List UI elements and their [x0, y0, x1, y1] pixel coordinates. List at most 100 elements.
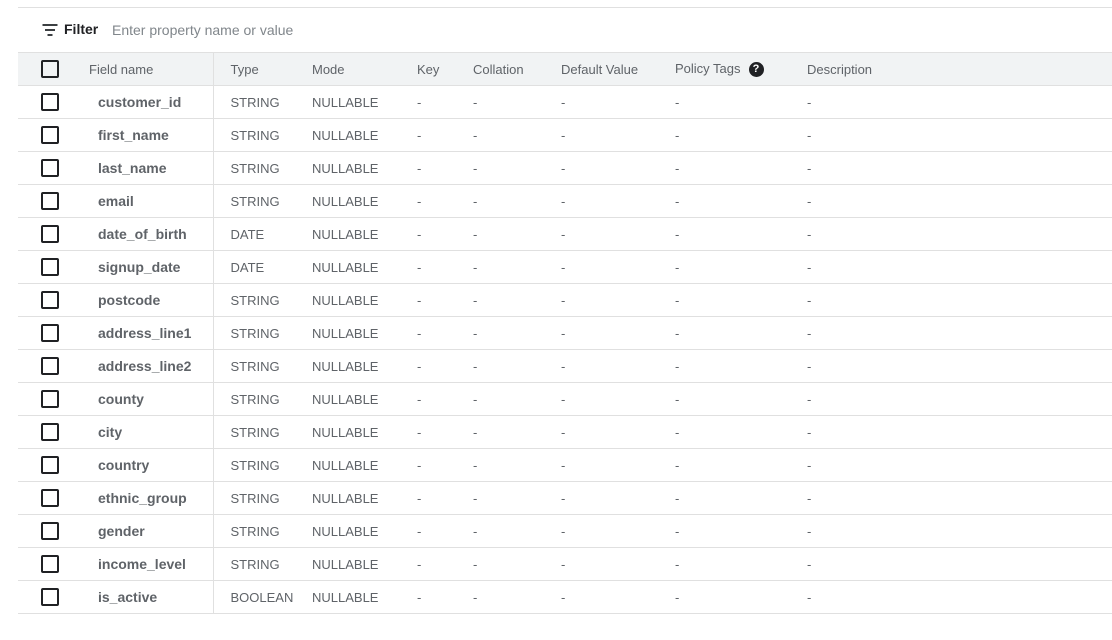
filter-icon[interactable] [42, 24, 58, 36]
row-select-cell [18, 118, 72, 152]
table-row[interactable]: ethnic_group STRING NULLABLE - - - - - [18, 481, 1112, 515]
description-cell: - [807, 151, 1112, 185]
row-checkbox[interactable] [41, 522, 59, 540]
mode-cell: NULLABLE [312, 382, 417, 416]
row-checkbox[interactable] [41, 126, 59, 144]
table-row[interactable]: address_line1 STRING NULLABLE - - - - - [18, 316, 1112, 350]
description-cell: - [807, 514, 1112, 548]
column-header-key[interactable]: Key [417, 52, 473, 86]
default-value-cell: - [561, 316, 675, 350]
mode-cell: NULLABLE [312, 250, 417, 284]
policy-tags-cell: - [675, 151, 807, 185]
row-checkbox[interactable] [41, 258, 59, 276]
policy-tags-cell: - [675, 580, 807, 614]
select-all-checkbox[interactable] [41, 60, 59, 78]
collation-cell: - [473, 184, 561, 218]
default-value-cell: - [561, 217, 675, 251]
row-checkbox[interactable] [41, 159, 59, 177]
key-cell: - [417, 283, 473, 317]
table-row[interactable]: customer_id STRING NULLABLE - - - - - [18, 85, 1112, 119]
row-checkbox[interactable] [41, 324, 59, 342]
mode-cell: NULLABLE [312, 184, 417, 218]
field-name-cell[interactable]: postcode [72, 283, 214, 317]
table-row[interactable]: income_level STRING NULLABLE - - - - - [18, 547, 1112, 581]
row-checkbox[interactable] [41, 225, 59, 243]
key-cell: - [417, 415, 473, 449]
type-cell: STRING [213, 184, 312, 218]
column-header-field-name[interactable]: Field name [72, 52, 214, 86]
collation-cell: - [473, 118, 561, 152]
type-cell: STRING [213, 547, 312, 581]
field-name-cell[interactable]: income_level [72, 547, 214, 581]
mode-cell: NULLABLE [312, 316, 417, 350]
row-checkbox[interactable] [41, 192, 59, 210]
key-cell: - [417, 448, 473, 482]
field-name-cell[interactable]: gender [72, 514, 214, 548]
type-cell: BOOLEAN [213, 580, 312, 614]
field-name-cell[interactable]: date_of_birth [72, 217, 214, 251]
row-checkbox[interactable] [41, 489, 59, 507]
row-checkbox[interactable] [41, 93, 59, 111]
row-checkbox[interactable] [41, 291, 59, 309]
column-header-type[interactable]: Type [213, 52, 312, 86]
column-header-collation[interactable]: Collation [473, 52, 561, 86]
field-name-cell[interactable]: county [72, 382, 214, 416]
table-row[interactable]: signup_date DATE NULLABLE - - - - - [18, 250, 1112, 284]
field-name-cell[interactable]: country [72, 448, 214, 482]
table-row[interactable]: email STRING NULLABLE - - - - - [18, 184, 1112, 218]
field-name-cell[interactable]: city [72, 415, 214, 449]
collation-cell: - [473, 448, 561, 482]
policy-tags-cell: - [675, 118, 807, 152]
field-name-cell[interactable]: is_active [72, 580, 214, 614]
default-value-cell: - [561, 382, 675, 416]
column-header-mode[interactable]: Mode [312, 52, 417, 86]
mode-cell: NULLABLE [312, 415, 417, 449]
mode-cell: NULLABLE [312, 349, 417, 383]
row-checkbox[interactable] [41, 390, 59, 408]
field-name-cell[interactable]: address_line1 [72, 316, 214, 350]
default-value-cell: - [561, 151, 675, 185]
table-row[interactable]: first_name STRING NULLABLE - - - - - [18, 118, 1112, 152]
schema-table: Field name Type Mode Key Collation Defau… [18, 52, 1112, 614]
table-row[interactable]: country STRING NULLABLE - - - - - [18, 448, 1112, 482]
field-name-cell[interactable]: ethnic_group [72, 481, 214, 515]
row-checkbox[interactable] [41, 588, 59, 606]
filter-input[interactable] [106, 17, 618, 43]
row-checkbox[interactable] [41, 456, 59, 474]
field-name-cell[interactable]: customer_id [72, 85, 214, 119]
mode-cell: NULLABLE [312, 151, 417, 185]
column-header-description[interactable]: Description [807, 52, 1112, 86]
policy-tags-label: Policy Tags [675, 60, 741, 76]
field-name-cell[interactable]: last_name [72, 151, 214, 185]
field-name-cell[interactable]: email [72, 184, 214, 218]
field-name-cell[interactable]: address_line2 [72, 349, 214, 383]
table-row[interactable]: is_active BOOLEAN NULLABLE - - - - - [18, 580, 1112, 614]
type-cell: DATE [213, 250, 312, 284]
mode-cell: NULLABLE [312, 514, 417, 548]
table-row[interactable]: gender STRING NULLABLE - - - - - [18, 514, 1112, 548]
description-cell: - [807, 481, 1112, 515]
key-cell: - [417, 118, 473, 152]
row-checkbox[interactable] [41, 555, 59, 573]
description-cell: - [807, 349, 1112, 383]
key-cell: - [417, 547, 473, 581]
table-row[interactable]: date_of_birth DATE NULLABLE - - - - - [18, 217, 1112, 251]
field-name-cell[interactable]: signup_date [72, 250, 214, 284]
row-checkbox[interactable] [41, 357, 59, 375]
table-row[interactable]: county STRING NULLABLE - - - - - [18, 382, 1112, 416]
default-value-cell: - [561, 547, 675, 581]
row-select-cell [18, 250, 72, 284]
row-select-cell [18, 547, 72, 581]
mode-cell: NULLABLE [312, 481, 417, 515]
help-icon[interactable]: ? [748, 62, 764, 78]
table-row[interactable]: city STRING NULLABLE - - - - - [18, 415, 1112, 449]
field-name-cell[interactable]: first_name [72, 118, 214, 152]
table-row[interactable]: last_name STRING NULLABLE - - - - - [18, 151, 1112, 185]
schema-table-body: customer_id STRING NULLABLE - - - - - first_name… [18, 85, 1112, 614]
column-header-policy-tags[interactable]: Policy Tags? [675, 52, 807, 86]
column-header-default-value[interactable]: Default Value [561, 52, 675, 86]
row-checkbox[interactable] [41, 423, 59, 441]
table-row[interactable]: postcode STRING NULLABLE - - - - - [18, 283, 1112, 317]
table-row[interactable]: address_line2 STRING NULLABLE - - - - - [18, 349, 1112, 383]
description-cell: - [807, 382, 1112, 416]
